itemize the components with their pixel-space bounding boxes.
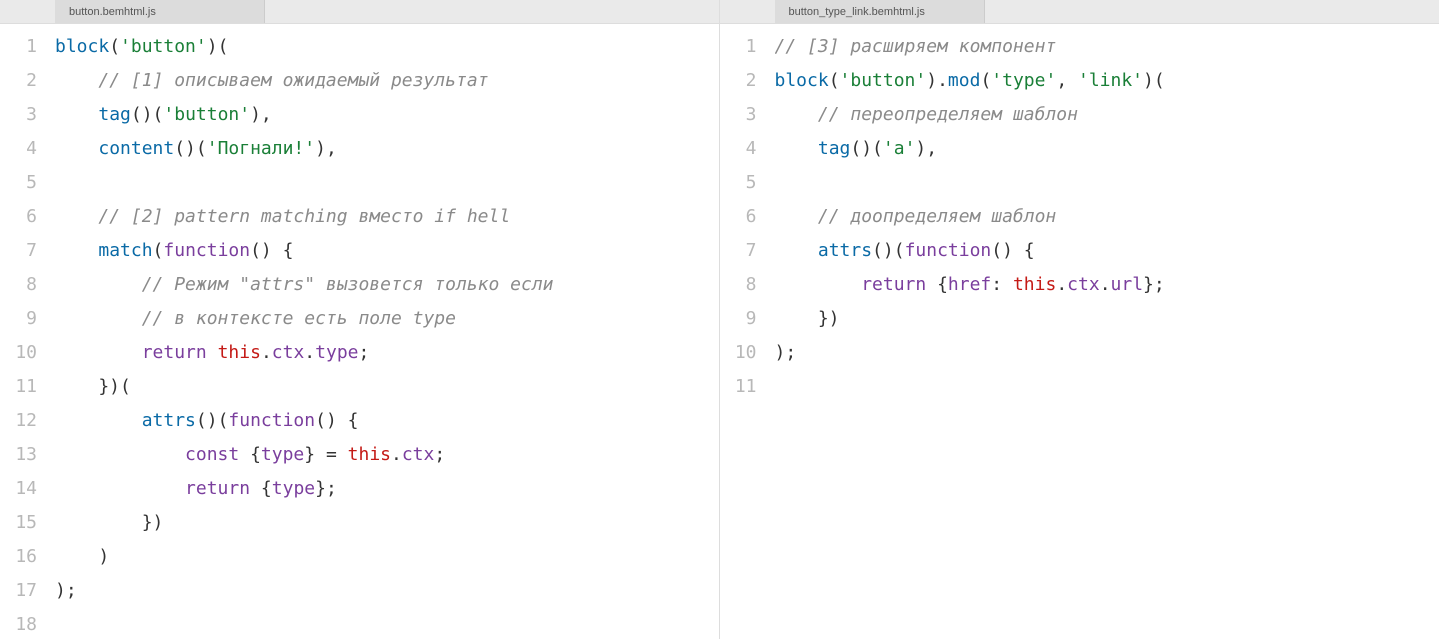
tok-this: this: [218, 342, 261, 363]
line-number: 8: [720, 268, 775, 302]
tab-bar-rest: [985, 0, 1439, 23]
line-number: 2: [0, 64, 55, 98]
tab-bar-left: button.bemhtml.js: [0, 0, 719, 24]
tok-function2: function: [228, 410, 315, 431]
tok-r-ctx: ctx: [1067, 274, 1100, 295]
tok-return2: return: [185, 478, 250, 499]
tok-r-cmt1: // [3] расширяем компонент: [775, 36, 1057, 57]
code-area-left: 123456789101112131415161718 block('butto…: [0, 24, 719, 639]
line-number: 9: [720, 302, 775, 336]
tok-return: return: [142, 342, 207, 363]
tok-str-button: 'button': [120, 36, 207, 57]
tok-content: content: [98, 138, 174, 159]
code-right[interactable]: // [3] расширяем компонент block('button…: [775, 24, 1439, 639]
editor-pane-left: button.bemhtml.js 1234567891011121314151…: [0, 0, 720, 639]
line-number: 14: [0, 472, 55, 506]
tab-spacer: [720, 0, 775, 23]
code-area-right: 1234567891011 // [3] расширяем компонент…: [720, 24, 1439, 639]
tok-const: const: [185, 444, 239, 465]
line-number: 7: [0, 234, 55, 268]
line-number: 10: [0, 336, 55, 370]
tab-label: button_type_link.bemhtml.js: [789, 6, 925, 18]
line-number: 15: [0, 506, 55, 540]
line-number: 12: [0, 404, 55, 438]
line-number: 7: [720, 234, 775, 268]
line-number: 10: [720, 336, 775, 370]
tok-type: type: [315, 342, 358, 363]
tok-str-button2: 'button': [163, 104, 250, 125]
tok-r-cmt3: // доопределяем шаблон: [818, 206, 1056, 227]
gutter-right: 1234567891011: [720, 24, 775, 639]
tok-r-return: return: [861, 274, 926, 295]
line-number: 3: [0, 98, 55, 132]
tok-cmt4: // в контексте есть поле type: [142, 308, 456, 329]
line-number: 9: [0, 302, 55, 336]
tok-r-str-link: 'link': [1078, 70, 1143, 91]
line-number: 3: [720, 98, 775, 132]
line-number: 1: [720, 30, 775, 64]
line-number: 4: [0, 132, 55, 166]
tok-tag: tag: [98, 104, 131, 125]
line-number: 2: [720, 64, 775, 98]
tok-cmt3: // Режим "attrs" вызовется только если: [142, 274, 554, 295]
tok-type3: type: [272, 478, 315, 499]
line-number: 11: [720, 370, 775, 404]
tok-type2: type: [261, 444, 304, 465]
tok-r-str-a: 'a': [883, 138, 916, 159]
tok-cmt1: // [1] описываем ожидаемый результат: [98, 70, 488, 91]
tok-match: match: [98, 240, 152, 261]
tok-r-tag: tag: [818, 138, 851, 159]
tok-ctx2: ctx: [402, 444, 435, 465]
line-number: 6: [720, 200, 775, 234]
line-number: 16: [0, 540, 55, 574]
tok-r-attrs: attrs: [818, 240, 872, 261]
tok-r-block: block: [775, 70, 829, 91]
tok-this2: this: [348, 444, 391, 465]
line-number: 17: [0, 574, 55, 608]
line-number: 5: [720, 166, 775, 200]
tok-cmt2: // [2] pattern matching вместо if hell: [98, 206, 510, 227]
tok-r-str-button: 'button': [840, 70, 927, 91]
tab-spacer: [0, 0, 55, 23]
tab-bar-rest: [265, 0, 719, 23]
gutter-left: 123456789101112131415161718: [0, 24, 55, 639]
line-number: 11: [0, 370, 55, 404]
tok-r-mod: mod: [948, 70, 981, 91]
tab-label: button.bemhtml.js: [69, 6, 156, 18]
tok-attrs: attrs: [142, 410, 196, 431]
tok-r-cmt2: // переопределяем шаблон: [818, 104, 1078, 125]
tok-r-href: href: [948, 274, 991, 295]
tab-bar-right: button_type_link.bemhtml.js: [720, 0, 1439, 24]
line-number: 6: [0, 200, 55, 234]
line-number: 5: [0, 166, 55, 200]
tok-str-pognali: 'Погнали!': [207, 138, 315, 159]
tok-r-function: function: [905, 240, 992, 261]
line-number: 4: [720, 132, 775, 166]
line-number: 18: [0, 608, 55, 639]
line-number: 13: [0, 438, 55, 472]
line-number: 1: [0, 30, 55, 64]
tok-r-this: this: [1013, 274, 1056, 295]
code-left[interactable]: block('button')( // [1] описываем ожидае…: [55, 24, 719, 639]
tok-r-str-type: 'type': [991, 70, 1056, 91]
line-number: 8: [0, 268, 55, 302]
tok-function: function: [163, 240, 250, 261]
editor-split: button.bemhtml.js 1234567891011121314151…: [0, 0, 1439, 639]
tab-button-type-link-bemhtml[interactable]: button_type_link.bemhtml.js: [775, 0, 985, 23]
tok-block: block: [55, 36, 109, 57]
tab-button-bemhtml[interactable]: button.bemhtml.js: [55, 0, 265, 23]
tok-ctx: ctx: [272, 342, 305, 363]
tok-r-url: url: [1111, 274, 1144, 295]
editor-pane-right: button_type_link.bemhtml.js 123456789101…: [720, 0, 1439, 639]
